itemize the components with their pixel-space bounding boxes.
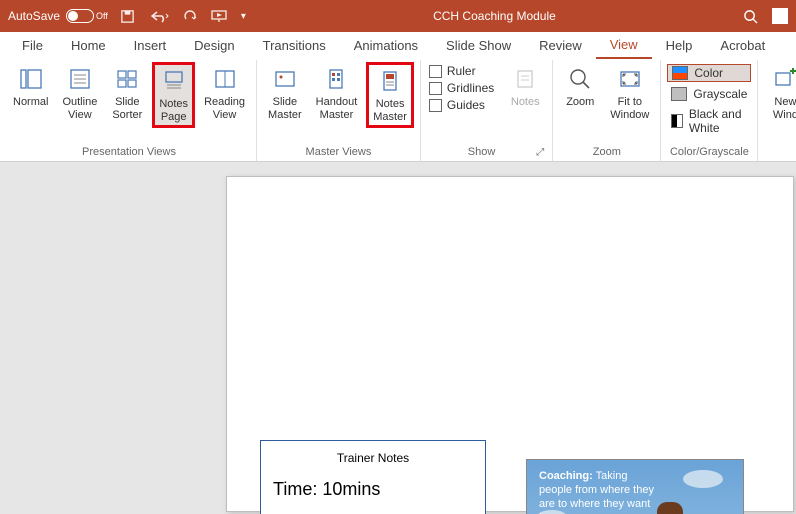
normal-label: Normal bbox=[13, 96, 48, 109]
color-grayscale-group-label: Color/Grayscale bbox=[667, 146, 751, 161]
slide-sorter-icon bbox=[113, 65, 141, 93]
group-presentation-views: Normal Outline View Slide Sorter Notes P… bbox=[0, 60, 257, 161]
outline-view-button[interactable]: Outline View bbox=[57, 62, 102, 124]
window-group-label bbox=[764, 146, 796, 161]
zoom-group-label: Zoom bbox=[559, 146, 654, 161]
tab-review[interactable]: Review bbox=[525, 35, 596, 58]
tab-transitions[interactable]: Transitions bbox=[249, 35, 340, 58]
notes-master-label: Notes Master bbox=[373, 98, 407, 123]
group-window: New Wind bbox=[758, 60, 796, 161]
title-bar: AutoSave Off ▾ CCH Coaching Module bbox=[0, 0, 796, 32]
tab-insert[interactable]: Insert bbox=[120, 35, 181, 58]
autosave-control[interactable]: AutoSave Off bbox=[8, 9, 108, 23]
bw-swatch-icon bbox=[671, 114, 682, 128]
zoom-icon bbox=[566, 65, 594, 93]
slide-sorter-label: Slide Sorter bbox=[112, 96, 142, 121]
handout-master-icon bbox=[322, 65, 350, 93]
outline-view-label: Outline View bbox=[62, 96, 97, 121]
notes-master-icon bbox=[376, 67, 404, 95]
guides-checkbox[interactable]: Guides bbox=[429, 98, 494, 112]
ruler-checkbox[interactable]: Ruler bbox=[429, 64, 494, 78]
checkbox-icon bbox=[429, 82, 442, 95]
show-group-label: Show bbox=[427, 146, 536, 161]
group-color-grayscale: Color Grayscale Black and White Color/Gr… bbox=[661, 60, 758, 161]
tab-acrobat[interactable]: Acrobat bbox=[706, 35, 779, 58]
tab-design[interactable]: Design bbox=[180, 35, 248, 58]
grayscale-swatch-icon bbox=[671, 87, 687, 101]
quick-access-toolbar: ▾ bbox=[120, 9, 246, 24]
new-window-icon bbox=[771, 65, 796, 93]
window-title: CCH Coaching Module bbox=[246, 9, 743, 23]
new-window-button[interactable]: New Wind bbox=[764, 62, 796, 124]
tab-animations[interactable]: Animations bbox=[340, 35, 432, 58]
save-icon[interactable] bbox=[120, 9, 135, 24]
notes-icon bbox=[511, 65, 539, 93]
normal-view-icon bbox=[17, 65, 45, 93]
zoom-label: Zoom bbox=[566, 96, 594, 109]
group-zoom: Zoom Fit to Window Zoom bbox=[553, 60, 661, 161]
master-views-group-label: Master Views bbox=[263, 146, 414, 161]
autosave-toggle[interactable] bbox=[66, 9, 94, 23]
fit-to-window-label: Fit to Window bbox=[610, 96, 649, 121]
from-beginning-icon[interactable] bbox=[211, 9, 227, 23]
notes-time-line: Time: 10mins bbox=[273, 477, 473, 502]
redo-icon[interactable] bbox=[183, 9, 197, 23]
editing-canvas[interactable]: Trainer Notes Time: 10mins Supplies • Gr… bbox=[0, 162, 796, 514]
slide-sorter-button[interactable]: Slide Sorter bbox=[106, 62, 148, 124]
grayscale-button[interactable]: Grayscale bbox=[667, 86, 751, 102]
notes-master-button[interactable]: Notes Master bbox=[366, 62, 414, 128]
slide-thumb-image bbox=[611, 487, 729, 514]
qat-customize-icon[interactable]: ▾ bbox=[241, 11, 246, 22]
notes-label: Notes bbox=[511, 96, 540, 109]
slide-master-icon bbox=[271, 65, 299, 93]
tab-view[interactable]: View bbox=[596, 34, 652, 59]
zoom-button[interactable]: Zoom bbox=[559, 62, 601, 112]
fit-to-window-icon bbox=[616, 65, 644, 93]
checkbox-icon bbox=[429, 65, 442, 78]
outline-view-icon bbox=[66, 65, 94, 93]
color-button[interactable]: Color bbox=[667, 64, 751, 82]
tab-slideshow[interactable]: Slide Show bbox=[432, 35, 525, 58]
ribbon: Normal Outline View Slide Sorter Notes P… bbox=[0, 60, 796, 162]
fit-to-window-button[interactable]: Fit to Window bbox=[605, 62, 654, 124]
show-dialog-launcher[interactable]: ⤢ bbox=[536, 147, 546, 158]
notes-body[interactable]: Time: 10mins Supplies • Grow Handout bbox=[273, 477, 473, 514]
slide-thumb-heading: Coaching: bbox=[539, 470, 593, 482]
reading-view-icon bbox=[211, 65, 239, 93]
tab-home[interactable]: Home bbox=[57, 35, 120, 58]
reading-view-button[interactable]: Reading View bbox=[199, 62, 250, 124]
slide-master-button[interactable]: Slide Master bbox=[263, 62, 307, 124]
undo-icon[interactable] bbox=[149, 9, 169, 23]
notes-title: Trainer Notes bbox=[273, 451, 473, 465]
tab-file[interactable]: File bbox=[8, 35, 57, 58]
account-box[interactable] bbox=[772, 8, 788, 24]
slide-master-label: Slide Master bbox=[268, 96, 302, 121]
notes-button: Notes bbox=[504, 62, 546, 112]
notes-text-box[interactable]: Trainer Notes Time: 10mins Supplies • Gr… bbox=[260, 440, 486, 514]
handout-master-label: Handout Master bbox=[316, 96, 358, 121]
handout-master-button[interactable]: Handout Master bbox=[311, 62, 363, 124]
notes-page-button[interactable]: Notes Page bbox=[152, 62, 195, 128]
gridlines-checkbox[interactable]: Gridlines bbox=[429, 81, 494, 95]
notes-page-label: Notes Page bbox=[159, 98, 188, 123]
normal-button[interactable]: Normal bbox=[8, 62, 53, 112]
menu-tabs: File Home Insert Design Transitions Anim… bbox=[0, 32, 796, 60]
search-icon[interactable] bbox=[743, 9, 758, 24]
autosave-state: Off bbox=[96, 11, 108, 21]
presentation-views-group-label: Presentation Views bbox=[8, 146, 250, 161]
tab-help[interactable]: Help bbox=[652, 35, 707, 58]
color-swatch-icon bbox=[672, 66, 688, 80]
group-show: Ruler Gridlines Guides Notes Show ⤢ bbox=[421, 60, 553, 161]
autosave-label: AutoSave bbox=[8, 9, 60, 23]
reading-view-label: Reading View bbox=[204, 96, 245, 121]
black-white-button[interactable]: Black and White bbox=[667, 106, 751, 136]
checkbox-icon bbox=[429, 99, 442, 112]
slide-thumbnail[interactable]: Coaching: Taking people from where they … bbox=[526, 459, 744, 514]
new-window-label: New Wind bbox=[773, 96, 796, 121]
group-master-views: Slide Master Handout Master Notes Master… bbox=[257, 60, 421, 161]
notes-page-icon bbox=[160, 67, 188, 95]
